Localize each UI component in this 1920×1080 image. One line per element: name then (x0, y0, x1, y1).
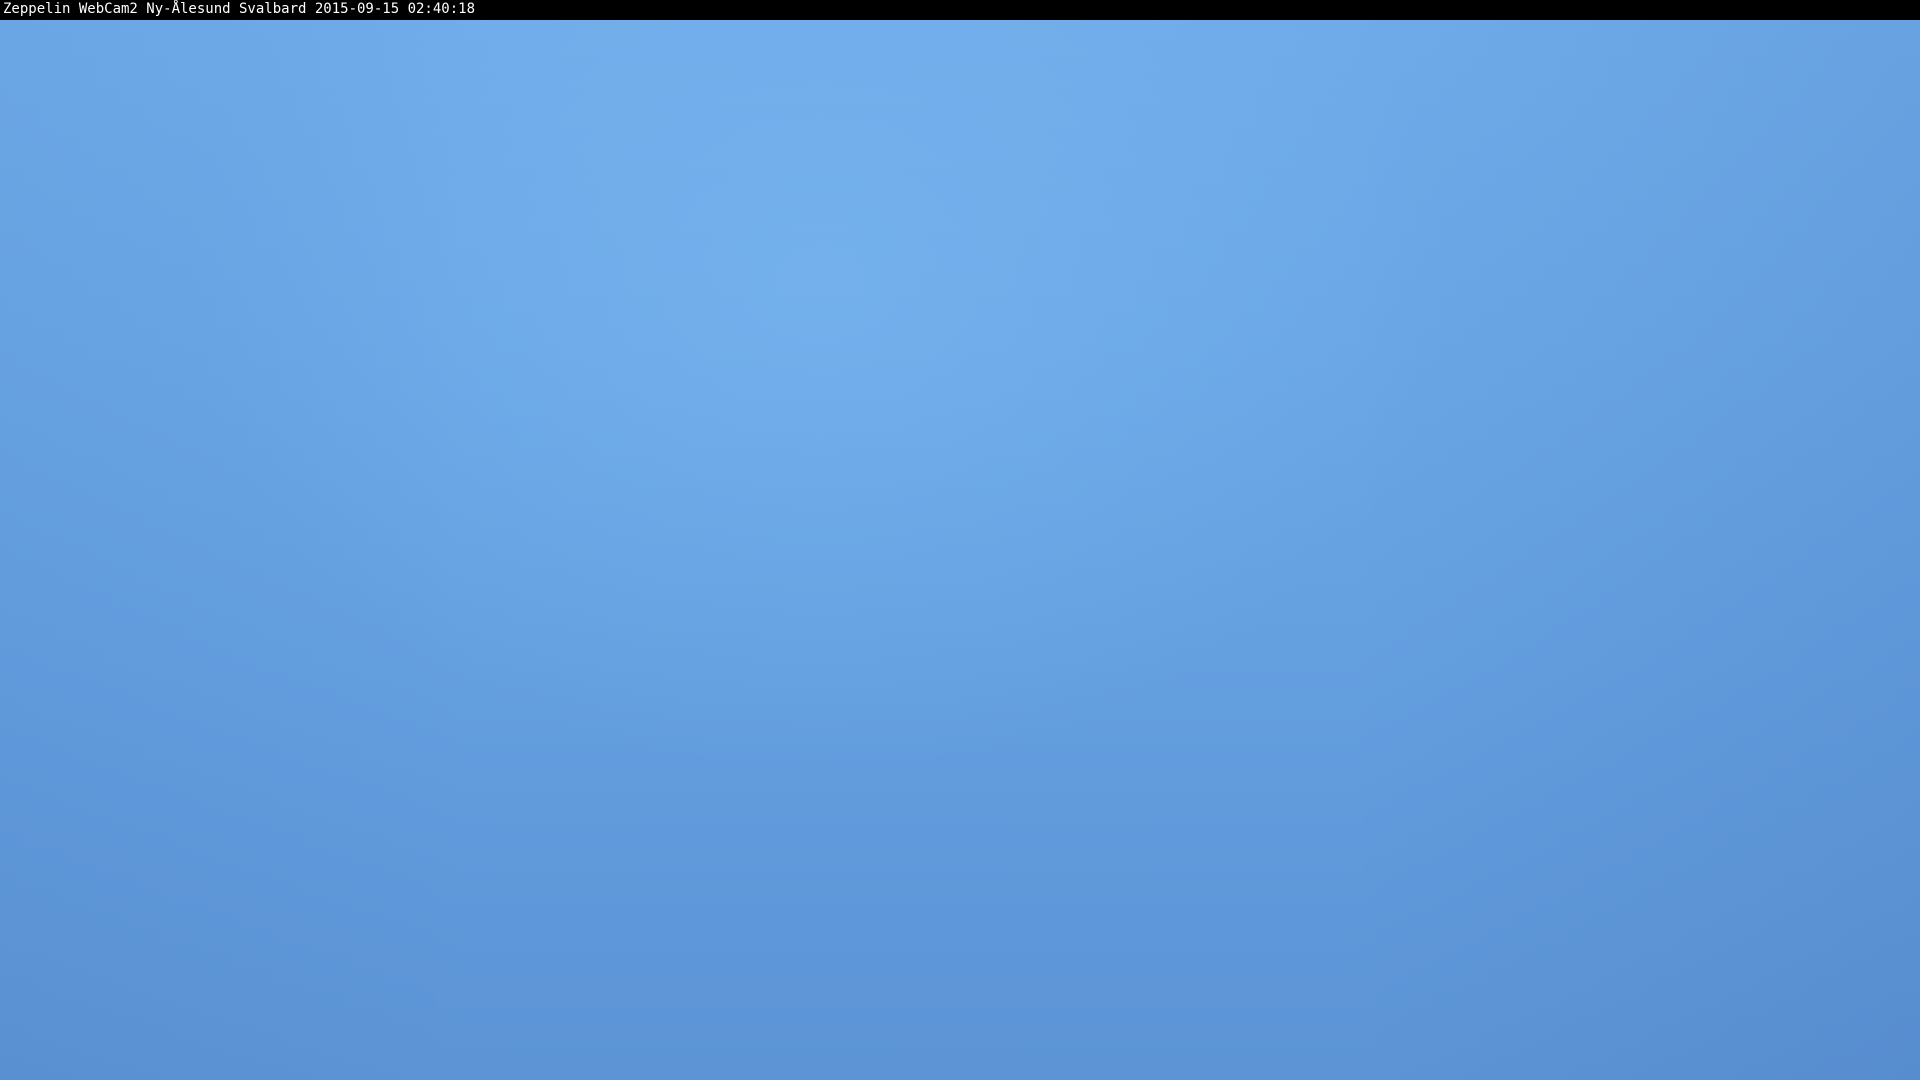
sky-shading-right (0, 20, 1920, 1080)
webcam-caption: Zeppelin WebCam2 Ny-Ålesund Svalbard 201… (3, 1, 476, 17)
webcam-frame: Zeppelin WebCam2 Ny-Ålesund Svalbard 201… (0, 0, 1920, 1080)
caption-bar: Zeppelin WebCam2 Ny-Ålesund Svalbard 201… (0, 0, 1920, 20)
sky-image (0, 20, 1920, 1080)
